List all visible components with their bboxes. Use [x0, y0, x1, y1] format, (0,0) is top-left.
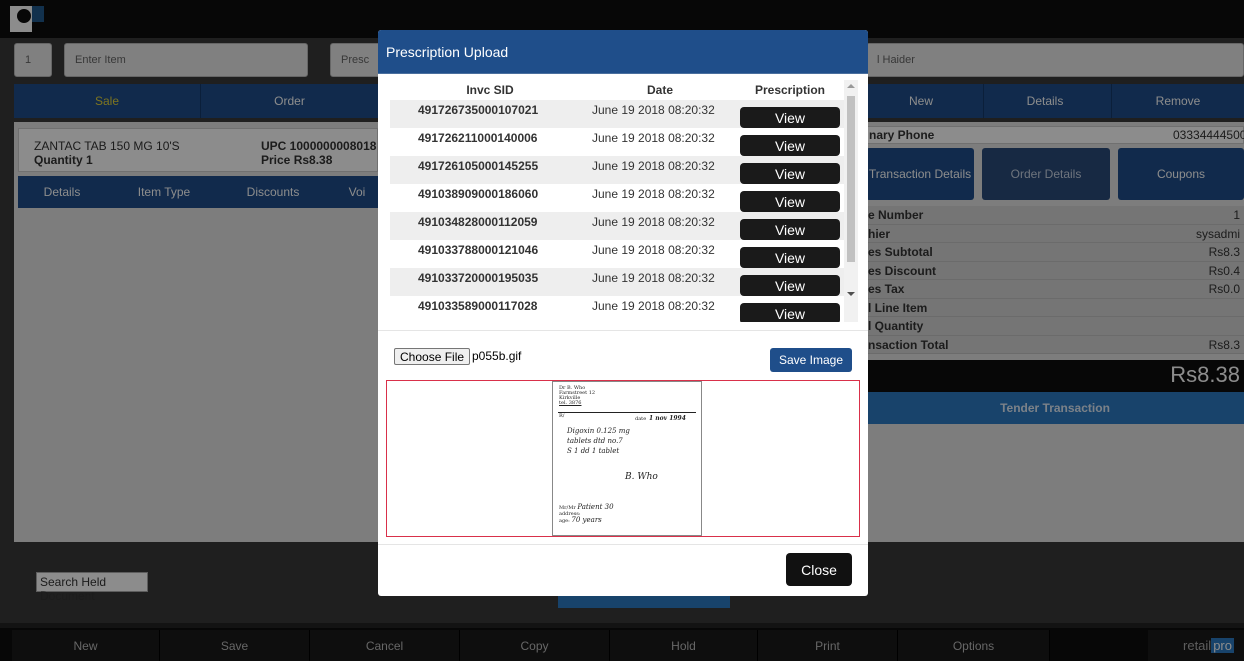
invc-sid: 491726105000145255 — [418, 159, 539, 173]
invc-sid: 491033589000117028 — [418, 299, 538, 313]
invc-sid: 491726211000140006 — [418, 131, 538, 145]
view-prescription-button[interactable]: View — [740, 219, 840, 240]
rx-medication: Digoxin 0.125 mg tablets dtd no.7 S 1 dd… — [567, 426, 630, 456]
invc-date: June 19 2018 08:20:32 — [592, 243, 715, 257]
table-row: 491726211000140006 June 19 2018 08:20:32… — [390, 128, 844, 156]
invc-sid: 491726735000107021 — [418, 103, 539, 117]
save-image-button[interactable]: Save Image — [770, 348, 852, 372]
rx-age-value: 70 years — [571, 516, 602, 524]
invc-sid: 491033788000121046 — [418, 243, 539, 257]
rx-signature: B. Who — [625, 472, 658, 482]
view-prescription-button[interactable]: View — [740, 163, 840, 184]
table-row: 491038909000186060 June 19 2018 08:20:32… — [390, 184, 844, 212]
invc-sid: 491034828000112059 — [418, 215, 538, 229]
dialog-header: Prescription Upload — [378, 30, 868, 74]
invc-date: June 19 2018 08:20:32 — [592, 131, 715, 145]
rx-symbol: R/ — [559, 413, 565, 419]
column-prescription: Prescription — [754, 83, 826, 97]
rx-patient-value: Patient 30 — [577, 503, 614, 511]
view-prescription-button[interactable]: View — [740, 275, 840, 296]
table-row: 491726105000145255 June 19 2018 08:20:32… — [390, 156, 844, 184]
scrollbar-thumb[interactable] — [847, 96, 855, 262]
rx-patient: Mr/Mr Patient 30 address: age: 70 years — [559, 503, 614, 525]
invc-sid: 491038909000186060 — [418, 187, 539, 201]
invc-sid: 491033720000195035 — [418, 271, 539, 285]
invc-date: June 19 2018 08:20:32 — [592, 215, 715, 229]
table-row: 491726735000107021 June 19 2018 08:20:32… — [390, 100, 844, 128]
table-row: 491033589000117028 June 19 2018 08:20:32… — [390, 296, 844, 322]
rx-header: Dr B. Who Farmstreet 12 Kirkville tel. 3… — [559, 386, 595, 406]
divider — [378, 544, 868, 545]
invc-date: June 19 2018 08:20:32 — [592, 103, 715, 117]
rx-line: S 1 dd 1 tablet — [567, 447, 620, 455]
table-header: Invc SID Date Prescription — [390, 83, 844, 100]
view-prescription-button[interactable]: View — [740, 247, 840, 268]
rx-age-label: age: — [559, 518, 570, 524]
prescription-preview: Dr B. Who Farmstreet 12 Kirkville tel. 3… — [386, 380, 860, 537]
table-row: 491034828000112059 June 19 2018 08:20:32… — [390, 212, 844, 240]
scroll-down-icon[interactable] — [847, 292, 855, 296]
rx-tel: tel. 3876 — [559, 400, 582, 406]
invc-date: June 19 2018 08:20:32 — [592, 187, 715, 201]
rx-line: Digoxin 0.125 mg — [567, 427, 630, 435]
rx-line: tablets dtd no.7 — [567, 437, 623, 445]
rx-rule — [558, 412, 696, 413]
prescription-upload-dialog: Prescription Upload Invc SID Date Prescr… — [378, 30, 868, 596]
choose-file-button[interactable]: Choose File — [394, 348, 471, 365]
table-row: 491033788000121046 June 19 2018 08:20:32… — [390, 240, 844, 268]
column-date: Date — [646, 83, 673, 97]
view-prescription-button[interactable]: View — [740, 135, 840, 156]
rx-date-label: date — [635, 416, 647, 422]
view-prescription-button[interactable]: View — [740, 191, 840, 212]
table-scrollbar[interactable] — [844, 80, 858, 322]
invc-date: June 19 2018 08:20:32 — [592, 299, 715, 313]
view-prescription-button[interactable]: View — [740, 107, 840, 128]
close-button[interactable]: Close — [786, 553, 852, 586]
prescription-image: Dr B. Who Farmstreet 12 Kirkville tel. 3… — [552, 381, 702, 536]
invc-date: June 19 2018 08:20:32 — [592, 271, 715, 285]
dialog-title: Prescription Upload — [386, 44, 509, 60]
divider — [378, 330, 868, 331]
invoice-table: Invc SID Date Prescription 4917267350001… — [390, 80, 858, 322]
view-prescription-button[interactable]: View — [740, 303, 840, 322]
invc-date: June 19 2018 08:20:32 — [592, 159, 715, 173]
table-row: 491033720000195035 June 19 2018 08:20:32… — [390, 268, 844, 296]
column-invc-sid: Invc SID — [466, 83, 514, 97]
rx-date-value: 1 nov 1994 — [649, 415, 686, 422]
selected-file-name: p055b.gif — [472, 349, 522, 363]
scroll-up-icon[interactable] — [847, 84, 855, 88]
